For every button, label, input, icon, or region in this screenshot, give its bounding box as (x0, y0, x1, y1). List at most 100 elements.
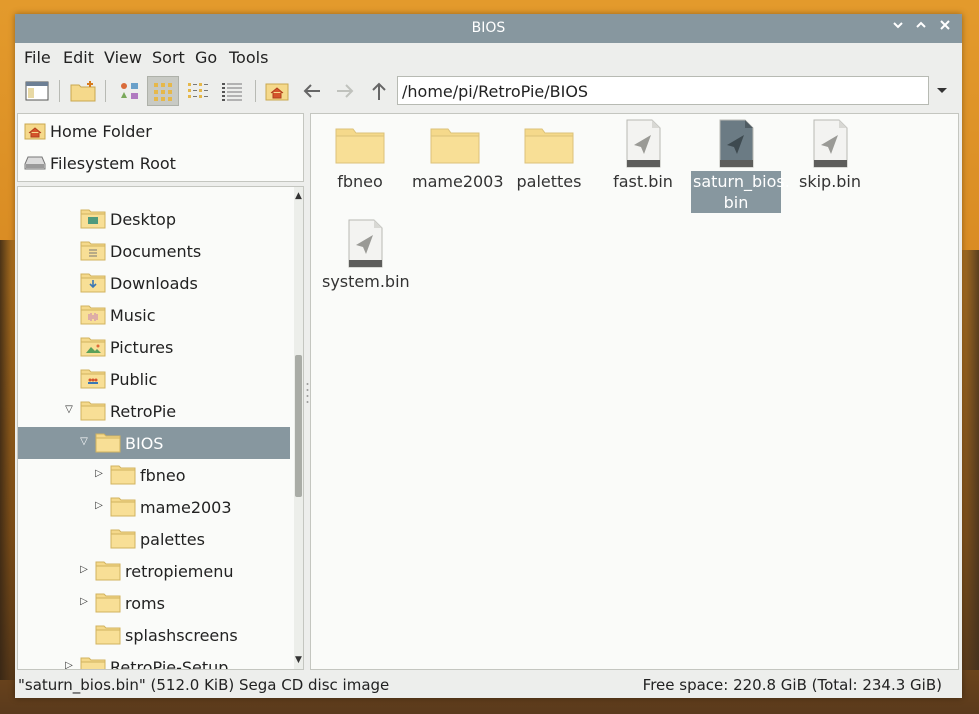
place-label: Filesystem Root (50, 154, 176, 173)
menu-edit[interactable]: Edit (63, 48, 94, 67)
place-label: Home Folder (50, 122, 152, 141)
file-manager-window: BIOS File Edit View Sort Go Tools /home/… (15, 14, 962, 698)
file-item[interactable]: skip.bin (785, 119, 875, 192)
tree-item-label: Public (110, 370, 158, 389)
icon-view-button[interactable] (113, 76, 145, 106)
tree-item-label: Desktop (110, 210, 176, 229)
folder-icon (110, 463, 136, 485)
maximize-button[interactable] (912, 19, 930, 37)
toolbar-separator (59, 80, 60, 102)
expander-closed-icon[interactable]: ▷ (93, 468, 105, 480)
tree-item-documents[interactable]: Documents (18, 235, 290, 267)
tree-item-public[interactable]: Public (18, 363, 290, 395)
tree-item-downloads[interactable]: Downloads (18, 267, 290, 299)
path-history-dropdown[interactable] (933, 81, 951, 99)
place-filesystem-root[interactable]: Filesystem Root (22, 149, 300, 177)
file-name: skip.bin (798, 172, 862, 191)
forward-button[interactable] (329, 76, 361, 106)
menu-view[interactable]: View (104, 48, 142, 67)
file-name: palettes (516, 172, 582, 191)
up-button[interactable] (363, 76, 395, 106)
expander-open-icon[interactable]: ▽ (78, 436, 90, 448)
folder-icon (110, 495, 136, 517)
folder-item[interactable]: palettes (504, 119, 594, 192)
menu-tools[interactable]: Tools (229, 48, 268, 67)
tree-item-label: RetroPie-Setup (110, 658, 229, 670)
expander-closed-icon[interactable]: ▷ (93, 500, 105, 512)
file-item[interactable]: saturn_bios. bin (691, 119, 790, 213)
expander-closed-icon[interactable]: ▷ (63, 660, 75, 669)
expander-open-icon[interactable]: ▽ (63, 404, 75, 416)
detailed-list-button[interactable] (216, 76, 248, 106)
tree-item-label: BIOS (125, 434, 164, 453)
tree-item-desktop[interactable]: Desktop (18, 203, 290, 235)
home-icon (265, 83, 289, 101)
tree-item-fbneo[interactable]: ▷ fbneo (18, 459, 290, 491)
tree-item-label: fbneo (140, 466, 186, 485)
scrollbar-thumb[interactable] (295, 355, 302, 497)
status-free-space: Free space: 220.8 GiB (Total: 234.3 GiB) (642, 676, 942, 694)
folder-icon (95, 431, 121, 453)
folder-icon (95, 559, 121, 581)
folder-icon (430, 119, 480, 169)
tree-item-label: palettes (140, 530, 205, 549)
tree-item-retropie[interactable]: ▽ RetroPie (18, 395, 290, 427)
file-item[interactable]: fast.bin (598, 119, 688, 192)
minimize-button[interactable] (889, 19, 907, 37)
expander-closed-icon[interactable]: ▷ (78, 564, 90, 576)
thumbnail-view-button[interactable] (147, 76, 179, 106)
menu-bar: File Edit View Sort Go Tools (15, 43, 962, 71)
path-input[interactable]: /home/pi/RetroPie/BIOS (397, 76, 929, 105)
pane-splitter[interactable] (306, 380, 309, 404)
tree-item-music[interactable]: Music (18, 299, 290, 331)
tree-item-label: Documents (110, 242, 202, 261)
tree-item-retropiemenu[interactable]: ▷ retropiemenu (18, 555, 290, 587)
public-folder-icon (80, 367, 106, 389)
window-title: BIOS (471, 20, 506, 36)
close-button[interactable] (936, 19, 954, 37)
tree-item-roms[interactable]: ▷ roms (18, 587, 290, 619)
compact-view-button[interactable] (182, 76, 214, 106)
menu-file[interactable]: File (24, 48, 51, 67)
scroll-down-icon[interactable]: ▼ (294, 655, 303, 665)
title-bar[interactable]: BIOS (15, 14, 962, 43)
tree-item-mame2003[interactable]: ▷ mame2003 (18, 491, 290, 523)
tree-item-label: mame2003 (140, 498, 232, 517)
file-name: mame2003 (412, 172, 504, 191)
chevron-up-icon (916, 21, 926, 28)
home-button[interactable] (261, 76, 293, 106)
drive-icon (24, 156, 46, 170)
thumbnail-view-icon (154, 83, 172, 101)
tree-item-retropie-setup[interactable]: ▷ RetroPie-Setup (18, 651, 290, 670)
new-window-button[interactable] (21, 76, 53, 106)
new-folder-button[interactable] (67, 76, 99, 106)
back-arrow-icon (303, 84, 320, 98)
toolbar-separator (105, 80, 106, 102)
forward-arrow-icon (337, 84, 354, 98)
tree-item-pictures[interactable]: Pictures (18, 331, 290, 363)
tree-scrollbar[interactable]: ▲ ▼ (294, 187, 303, 669)
menu-go[interactable]: Go (195, 48, 217, 67)
expander-closed-icon[interactable]: ▷ (78, 596, 90, 608)
back-button[interactable] (296, 76, 328, 106)
folder-item[interactable]: mame2003 (410, 119, 504, 192)
file-item[interactable]: system.bin (320, 219, 410, 292)
tree-item-bios[interactable]: ▽ BIOS (18, 427, 290, 459)
music-folder-icon (80, 303, 106, 325)
detailed-list-icon (222, 83, 242, 101)
place-home-folder[interactable]: Home Folder (22, 117, 300, 145)
tree-item-splashscreens[interactable]: splashscreens (18, 619, 290, 651)
folder-icon (80, 655, 106, 669)
tree-item-label: RetroPie (110, 402, 177, 421)
menu-sort[interactable]: Sort (152, 48, 185, 67)
folder-item[interactable]: fbneo (315, 119, 405, 192)
folder-icon (95, 623, 121, 645)
tree-item-label: Pictures (110, 338, 174, 357)
toolbar-separator (255, 80, 256, 102)
directory-tree: ▲ ▼ Desktop Documents Downloads Music Pictur… (17, 186, 304, 670)
desktop-folder-icon (80, 207, 106, 229)
tree-item-label: roms (125, 594, 165, 613)
scroll-up-icon[interactable]: ▲ (294, 191, 303, 201)
binary-file-icon (805, 119, 855, 169)
tree-item-palettes[interactable]: palettes (18, 523, 290, 555)
